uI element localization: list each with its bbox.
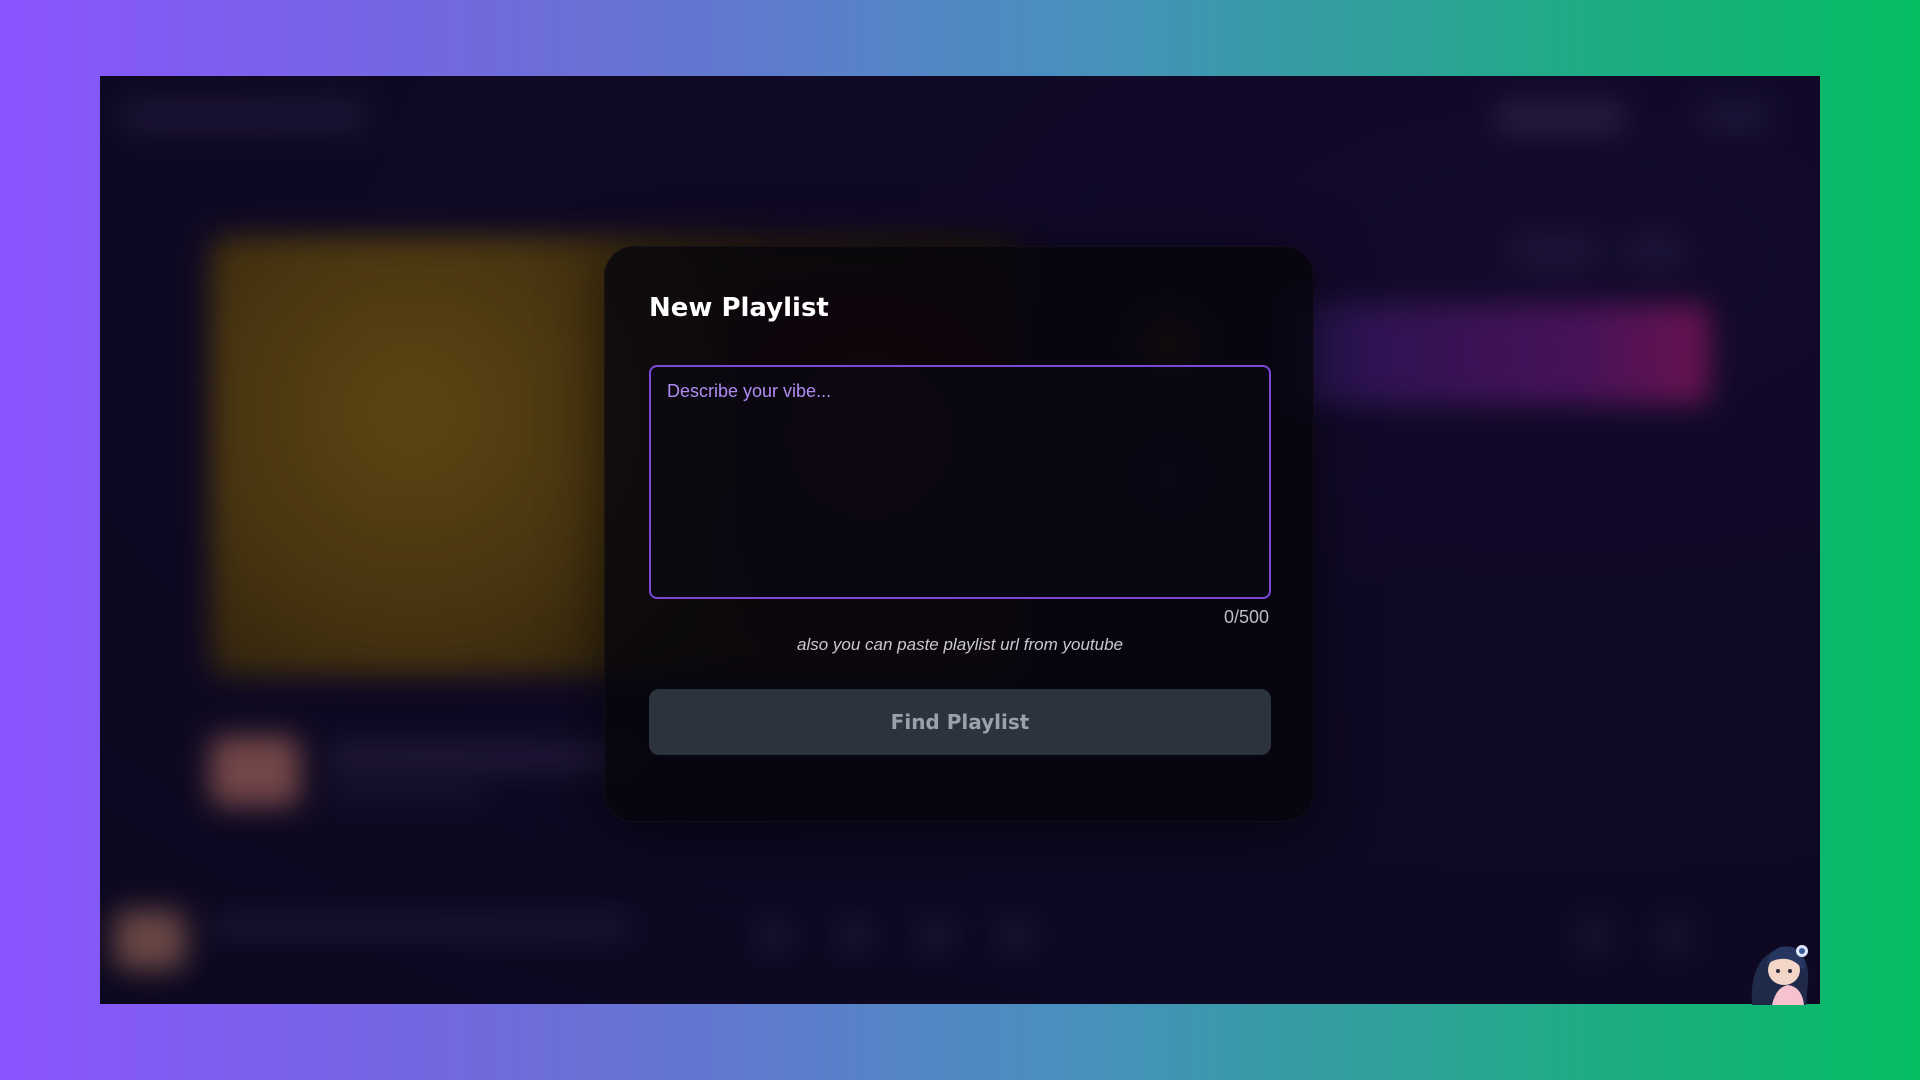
char-counter: 0/500	[1223, 607, 1269, 627]
vibe-input[interactable]	[649, 365, 1271, 599]
hint-text: also you can paste playlist url from you…	[796, 635, 1123, 654]
mascot-avatar-icon[interactable]	[1732, 925, 1822, 1005]
modal-title: New Playlist	[649, 293, 829, 323]
new-playlist-modal: New Playlist 0/500 also you can paste pl…	[604, 246, 1314, 822]
find-playlist-button[interactable]: Find Playlist	[649, 689, 1271, 755]
